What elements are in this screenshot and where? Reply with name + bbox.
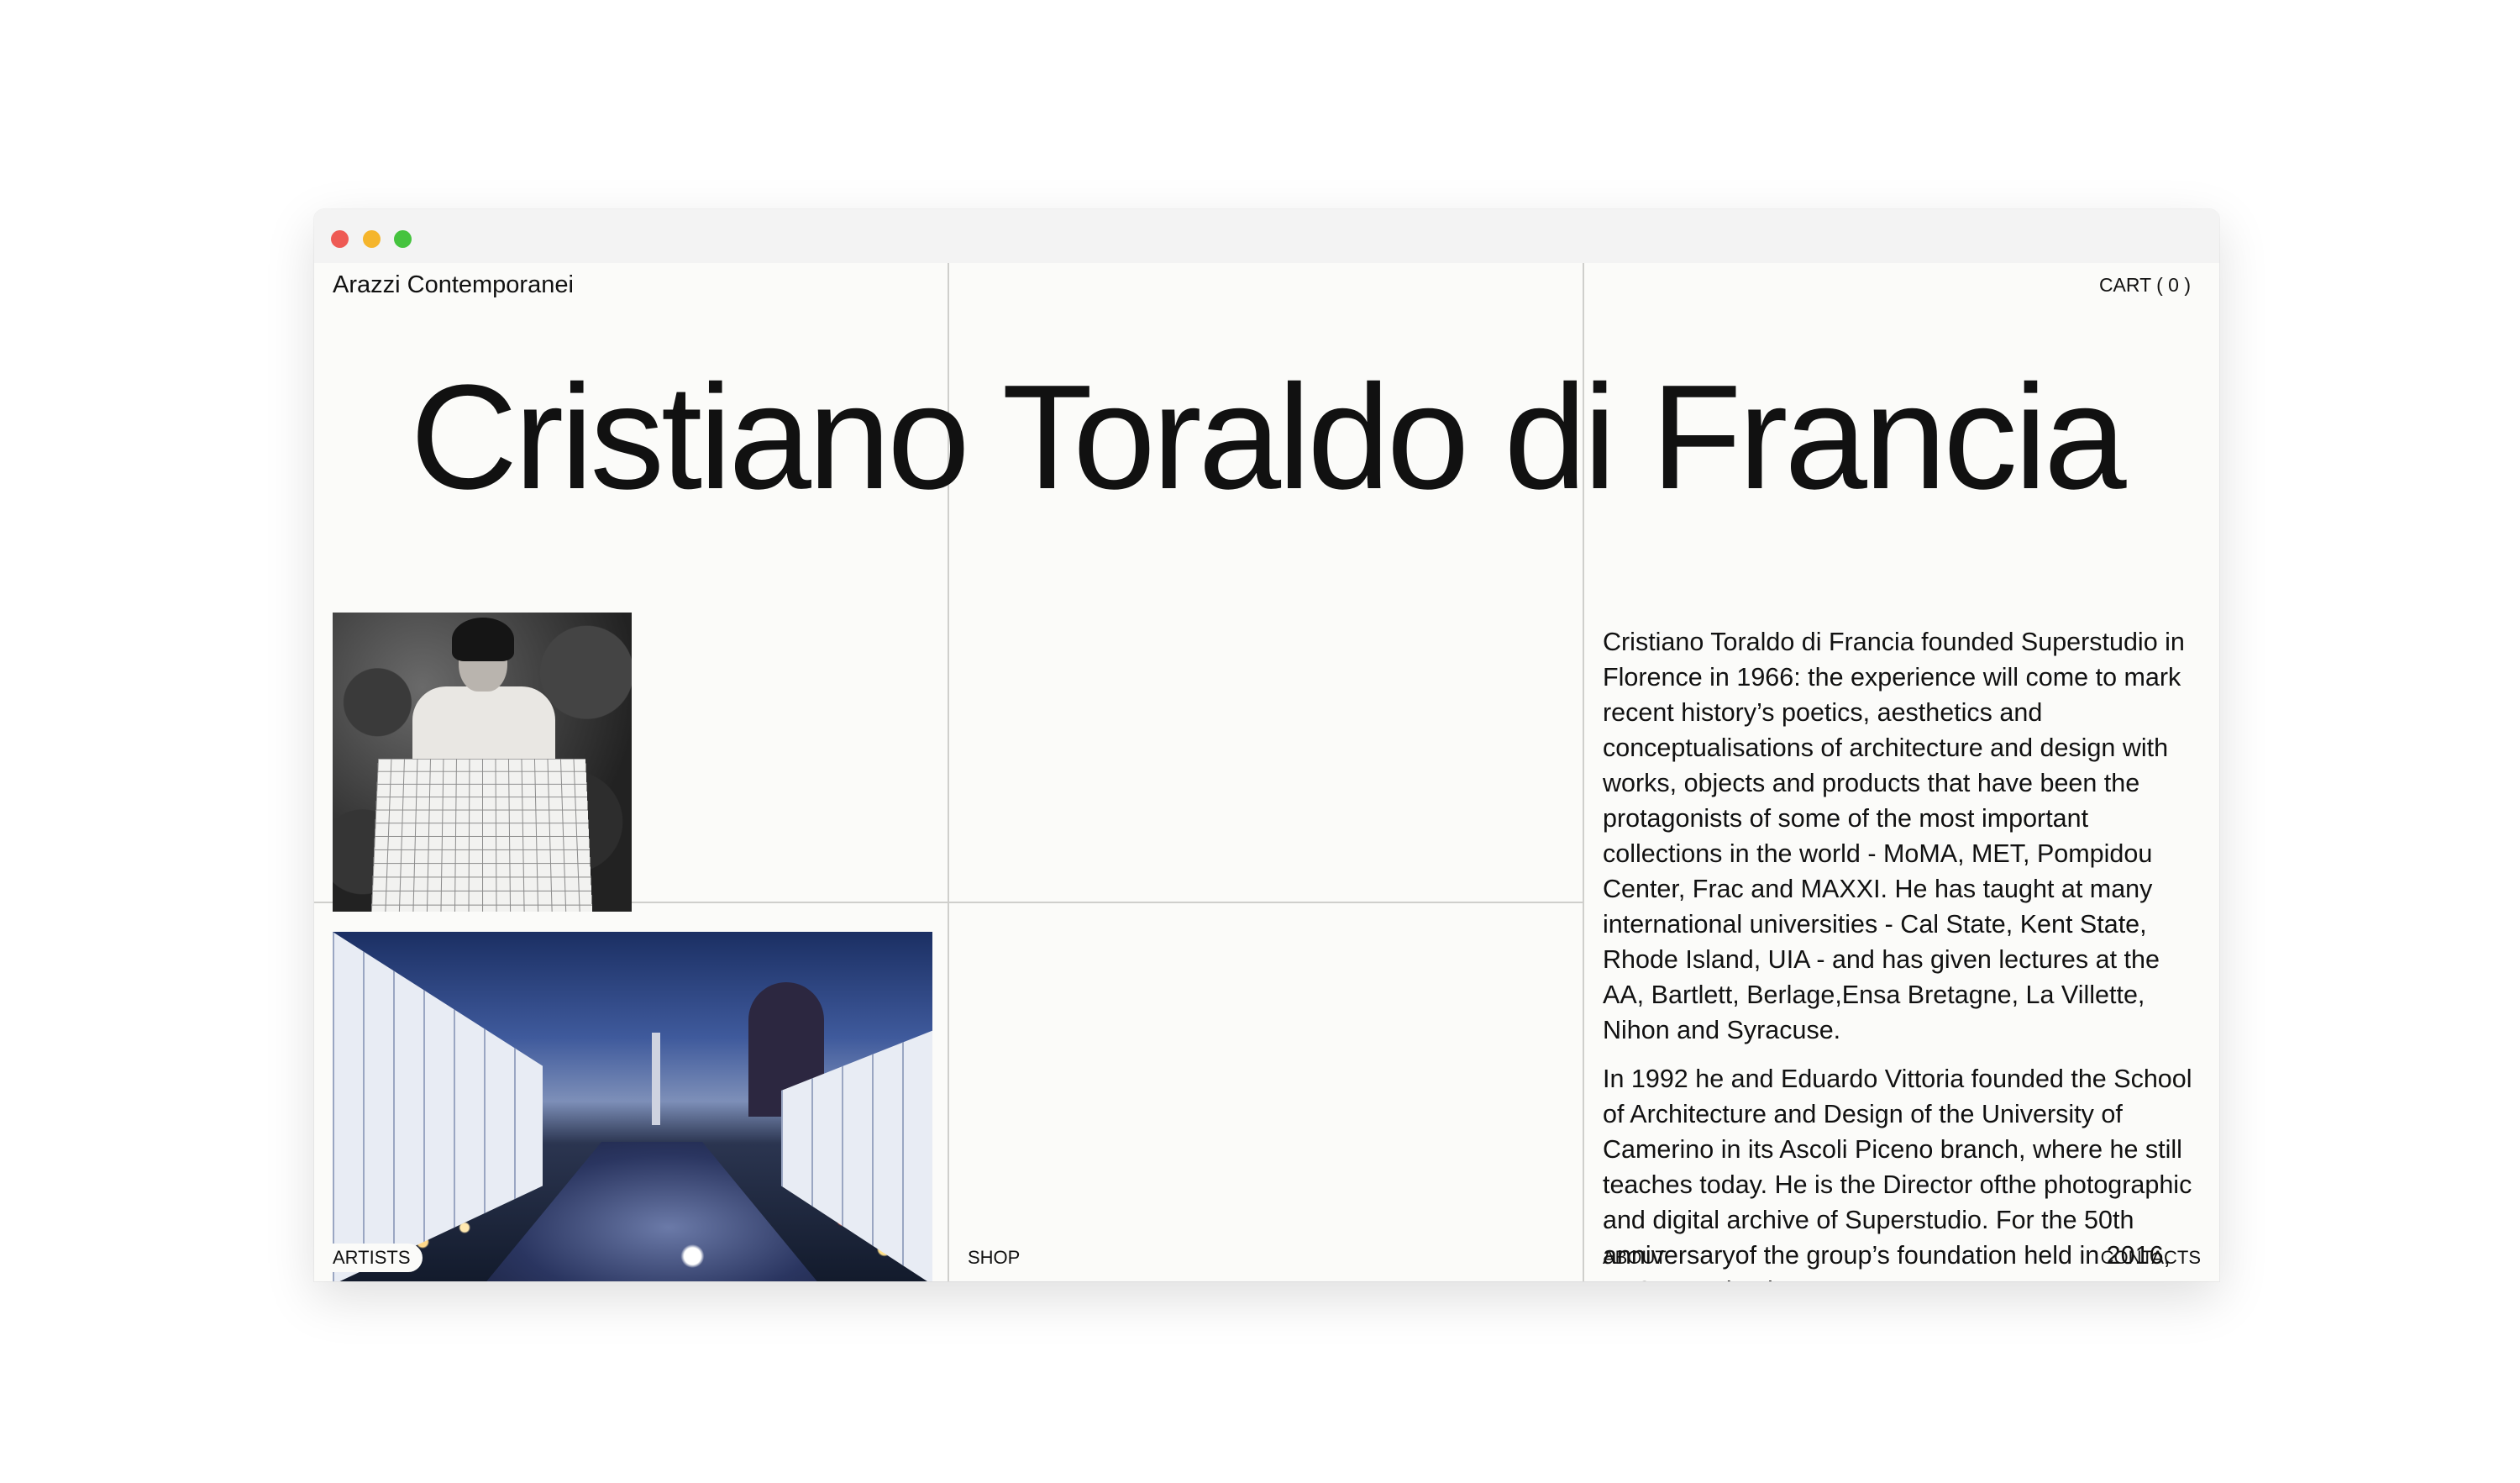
maximize-window-button[interactable] — [394, 230, 412, 248]
bio-paragraph: Cristiano Toraldo di Francia founded Sup… — [1603, 628, 2185, 1044]
close-window-button[interactable] — [331, 230, 349, 248]
nav-contacts-link[interactable]: CONTACTS — [2101, 1247, 2201, 1269]
piazza-collage-image — [333, 932, 932, 1281]
minimize-window-button[interactable] — [363, 230, 381, 248]
browser-window: Arazzi Contemporanei CART ( 0 ) Cristian… — [314, 209, 2219, 1281]
cart-link[interactable]: CART ( 0 ) — [2099, 274, 2191, 297]
artist-portrait-photo — [333, 613, 632, 912]
artist-name-heading: Cristiano Toraldo di Francia — [410, 354, 2126, 520]
nav-shop-link[interactable]: SHOP — [968, 1244, 1032, 1272]
brand-logo-link[interactable]: Arazzi Contemporanei — [333, 271, 574, 299]
artist-biography: Cristiano Toraldo di Francia founded Sup… — [1603, 624, 2201, 1281]
nav-artists-link[interactable]: ARTISTS — [314, 1244, 423, 1272]
nav-about-link[interactable]: ABOUT — [1603, 1247, 1667, 1269]
window-titlebar — [314, 209, 2219, 263]
grid-table — [370, 758, 593, 912]
artist-page: Arazzi Contemporanei CART ( 0 ) Cristian… — [314, 263, 2219, 1281]
